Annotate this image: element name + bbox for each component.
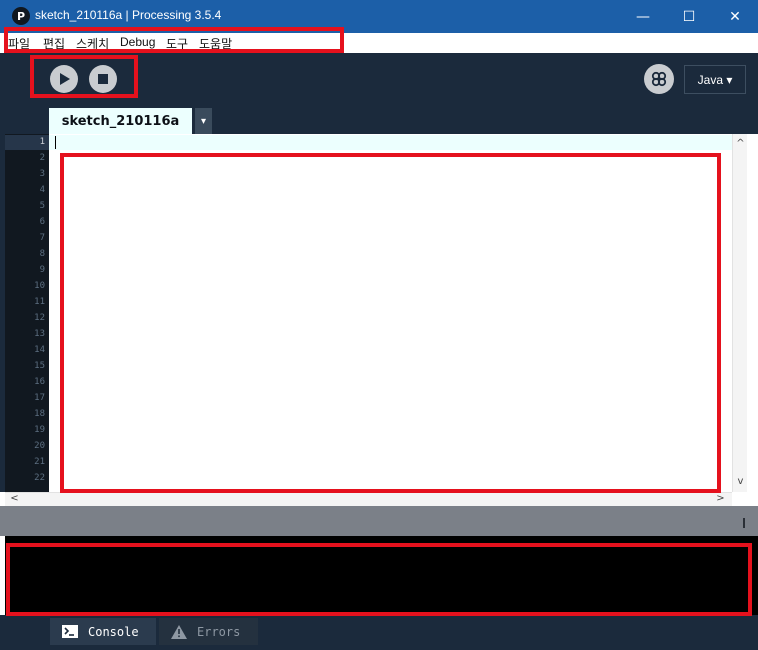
tab-errors[interactable]: Errors — [159, 618, 258, 645]
line-number: 10 — [34, 281, 45, 291]
scroll-left-arrow-icon[interactable]: < — [7, 493, 22, 504]
divider-handle[interactable] — [743, 518, 745, 528]
line-number: 11 — [34, 297, 45, 307]
line-number: 4 — [39, 185, 45, 195]
vertical-scrollbar[interactable]: ^ v — [732, 134, 747, 492]
line-number: 12 — [34, 313, 45, 323]
window-title: sketch_210116a | Processing 3.5.4 — [35, 8, 222, 22]
tab-console[interactable]: Console — [50, 618, 156, 645]
line-number: 7 — [39, 233, 45, 243]
line-number: 22 — [34, 473, 45, 483]
butterfly-debug-icon — [651, 71, 667, 87]
close-button[interactable]: ✕ — [712, 0, 758, 33]
annotation-box-toolbar — [30, 55, 138, 98]
current-line-highlight — [49, 135, 732, 150]
tab-menu-button[interactable]: ▾ — [195, 108, 212, 134]
tab-errors-label: Errors — [197, 624, 241, 639]
warning-icon — [171, 624, 187, 639]
tab-console-label: Console — [88, 624, 139, 639]
scroll-down-arrow-icon[interactable]: v — [733, 476, 748, 487]
line-number: 17 — [34, 393, 45, 403]
line-number: 16 — [34, 377, 45, 387]
debug-button[interactable] — [644, 64, 674, 94]
line-number: 3 — [39, 169, 45, 179]
maximize-button[interactable]: ☐ — [666, 0, 712, 33]
line-number: 9 — [39, 265, 45, 275]
annotation-box-console — [6, 543, 752, 616]
line-number: 20 — [34, 441, 45, 451]
line-number: 5 — [39, 201, 45, 211]
line-number: 6 — [39, 217, 45, 227]
line-number: 2 — [39, 153, 45, 163]
line-number: 21 — [34, 457, 45, 467]
line-number: 1 — [39, 137, 45, 147]
horizontal-scrollbar[interactable]: < > — [5, 492, 732, 506]
status-divider[interactable] — [0, 506, 758, 536]
line-number: 13 — [34, 329, 45, 339]
minimize-button[interactable]: — — [620, 0, 666, 33]
line-number: 15 — [34, 361, 45, 371]
annotation-box-menu — [4, 27, 344, 53]
tab-sketch[interactable]: sketch_210116a — [49, 108, 192, 134]
scroll-up-arrow-icon[interactable]: ^ — [733, 138, 748, 149]
terminal-icon — [62, 625, 78, 638]
line-number: 19 — [34, 425, 45, 435]
line-number: 18 — [34, 409, 45, 419]
line-number: 14 — [34, 345, 45, 355]
mode-selector[interactable]: Java ▾ — [684, 65, 746, 94]
processing-logo-icon: P — [12, 7, 30, 25]
annotation-box-editor — [60, 153, 721, 493]
text-caret — [55, 136, 56, 149]
line-number: 8 — [39, 249, 45, 259]
scroll-right-arrow-icon[interactable]: > — [713, 493, 728, 504]
